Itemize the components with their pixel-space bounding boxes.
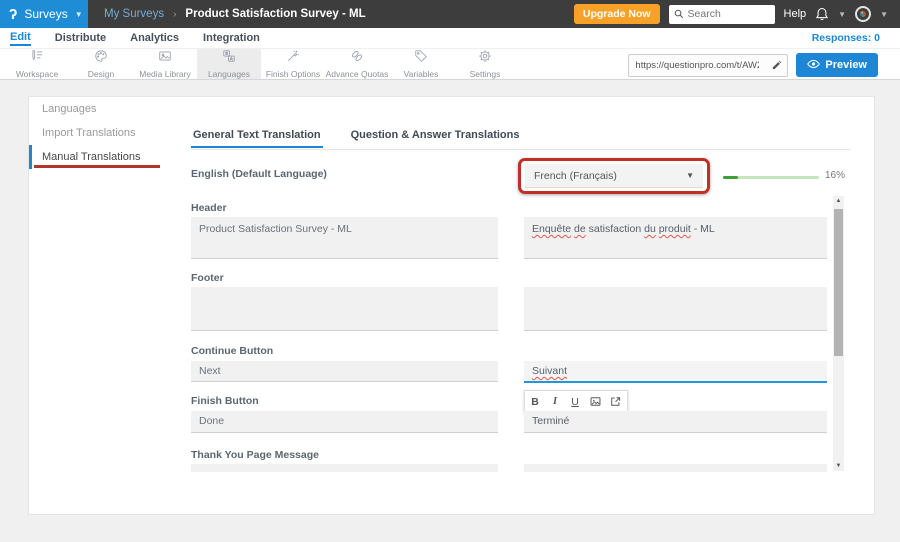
- toolbar-right-actions: Preview: [628, 53, 878, 77]
- search-icon: [674, 9, 684, 19]
- continue-source-field[interactable]: Next: [191, 361, 498, 382]
- variables-icon: [414, 49, 428, 68]
- italic-button[interactable]: I: [545, 391, 565, 412]
- insert-link-button[interactable]: [605, 391, 625, 412]
- tabs-divider: [191, 149, 850, 150]
- topbar-actions: Upgrade Now Help ▼ ▼: [574, 4, 900, 24]
- notifications-caret-icon[interactable]: ▼: [838, 10, 846, 19]
- menu-integration[interactable]: Integration: [203, 32, 260, 44]
- finish-options-icon: [286, 49, 300, 68]
- header-target-field[interactable]: Enquête de satisfaction du produit - ML: [524, 217, 827, 259]
- tab-general-text-translation[interactable]: General Text Translation: [191, 129, 323, 148]
- questionpro-app: ʔ Surveys ▼ My Surveys › Product Satisfa…: [0, 0, 900, 542]
- breadcrumb-separator-icon: ›: [173, 9, 176, 20]
- menu-analytics[interactable]: Analytics: [130, 32, 179, 44]
- preview-button[interactable]: Preview: [796, 53, 878, 77]
- media-library-icon: [158, 49, 172, 68]
- chevron-down-icon: ▼: [75, 10, 83, 19]
- source-language-label: English (Default Language): [191, 168, 327, 180]
- underline-button[interactable]: U: [565, 391, 585, 412]
- finish-target-field[interactable]: Terminé: [524, 411, 827, 433]
- content-area: Languages Import Translations Manual Tra…: [0, 80, 900, 542]
- workspace-icon: [30, 49, 44, 68]
- manual-translations-main: General Text Translation Question & Answ…: [184, 97, 874, 514]
- upgrade-now-button[interactable]: Upgrade Now: [574, 4, 660, 24]
- search-input[interactable]: [688, 8, 770, 20]
- sidebar-item-import-translations[interactable]: Import Translations: [29, 121, 184, 145]
- header-field-label: Header: [191, 202, 227, 214]
- toolbar-design[interactable]: Design: [69, 49, 133, 79]
- languages-icon: [222, 49, 236, 68]
- finish-source-field[interactable]: Done: [191, 411, 498, 433]
- account-caret-icon[interactable]: ▼: [880, 10, 888, 19]
- toolbar-finish-options[interactable]: Finish Options: [261, 49, 325, 79]
- toolbar-settings[interactable]: Settings: [453, 49, 517, 79]
- design-icon: [94, 49, 108, 68]
- finish-button-field-label: Finish Button: [191, 395, 259, 407]
- product-menu-label: Surveys: [24, 7, 67, 21]
- scroll-up-arrow-icon[interactable]: ▲: [833, 196, 844, 206]
- scrollbar-thumb[interactable]: [834, 209, 843, 356]
- translation-progress-percent: 16%: [825, 170, 845, 181]
- menu-distribute[interactable]: Distribute: [55, 32, 106, 44]
- settings-icon: [478, 49, 492, 68]
- toolbar-advance-quotas[interactable]: Advance Quotas: [325, 49, 389, 79]
- translation-progress-fill: [723, 176, 738, 179]
- continue-button-field-label: Continue Button: [191, 345, 273, 357]
- annotation-underline: [34, 165, 160, 168]
- questionpro-logo-icon: ʔ: [9, 7, 17, 22]
- global-search[interactable]: [669, 5, 775, 24]
- footer-target-field[interactable]: [524, 287, 827, 331]
- advance-quotas-icon: [350, 49, 364, 68]
- translation-tabs: General Text Translation Question & Answ…: [191, 129, 521, 148]
- menu-edit[interactable]: Edit: [10, 31, 31, 46]
- survey-url-input[interactable]: [629, 60, 765, 71]
- eye-icon: [807, 59, 820, 72]
- footer-field-label: Footer: [191, 272, 224, 284]
- translations-sidebar: Languages Import Translations Manual Tra…: [29, 97, 184, 514]
- edit-url-pencil-icon[interactable]: [765, 60, 787, 71]
- toolbar-workspace[interactable]: Workspace: [5, 49, 69, 79]
- chevron-down-icon: ▼: [686, 171, 694, 180]
- target-language-value: French (Français): [534, 170, 617, 182]
- toolbar-languages[interactable]: Languages: [197, 49, 261, 79]
- help-link[interactable]: Help: [784, 8, 807, 20]
- translations-panel: Languages Import Translations Manual Tra…: [28, 96, 875, 515]
- thank-you-target-field[interactable]: [524, 464, 827, 472]
- scroll-down-arrow-icon[interactable]: ▼: [833, 461, 844, 471]
- insert-image-button[interactable]: [585, 391, 605, 412]
- breadcrumb-my-surveys[interactable]: My Surveys: [104, 8, 164, 20]
- form-scrollbar[interactable]: ▲ ▼: [833, 196, 844, 471]
- target-language-select[interactable]: French (Français) ▼: [525, 164, 703, 188]
- notifications-bell-icon[interactable]: [815, 7, 829, 21]
- user-avatar[interactable]: [855, 6, 871, 22]
- breadcrumb-survey-title: Product Satisfaction Survey - ML: [185, 8, 365, 20]
- rich-text-toolbar: B I U: [524, 390, 628, 413]
- survey-url-box: [628, 54, 788, 77]
- footer-source-field[interactable]: [191, 287, 498, 331]
- bold-button[interactable]: B: [525, 391, 545, 412]
- thank-you-source-field[interactable]: [191, 464, 498, 472]
- top-bar: ʔ Surveys ▼ My Surveys › Product Satisfa…: [0, 0, 900, 28]
- tab-question-answer-translations[interactable]: Question & Answer Translations: [349, 129, 522, 148]
- thank-you-field-label: Thank You Page Message: [191, 449, 319, 461]
- toolbar-media-library[interactable]: Media Library: [133, 49, 197, 79]
- product-switcher[interactable]: ʔ Surveys ▼: [0, 0, 88, 28]
- toolbar-variables[interactable]: Variables: [389, 49, 453, 79]
- responses-count[interactable]: Responses: 0: [812, 32, 900, 44]
- survey-menu-bar: Edit Distribute Analytics Integration Re…: [0, 28, 900, 49]
- header-source-field[interactable]: Product Satisfaction Survey - ML: [191, 217, 498, 259]
- breadcrumb: My Surveys › Product Satisfaction Survey…: [104, 8, 366, 20]
- continue-target-field[interactable]: Suivant: [524, 361, 827, 383]
- sidebar-item-languages[interactable]: Languages: [29, 97, 184, 121]
- translation-progress-bar: [723, 176, 819, 179]
